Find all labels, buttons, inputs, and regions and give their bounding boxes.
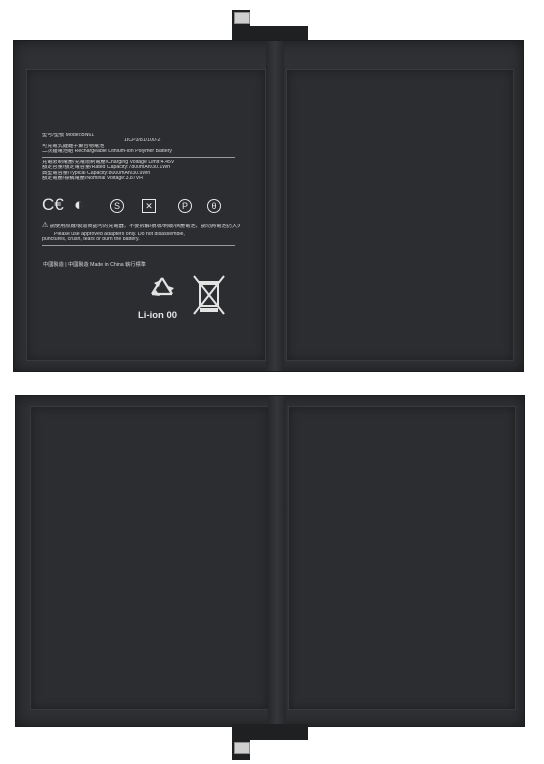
s-mark-icon: S xyxy=(110,199,124,213)
c-mark-icon: ◐ xyxy=(74,195,85,214)
type-line: 二次鋰電池組 Rechargeable Lithium-ion Polymer … xyxy=(42,149,173,155)
pse-icon: P xyxy=(178,199,192,213)
cell-right xyxy=(286,69,514,361)
x-box-icon: ✕ xyxy=(142,199,156,213)
li-ion-text: Li-ion 00 xyxy=(138,310,178,321)
warning-icon: ⚠ xyxy=(42,222,49,229)
made-in-line: 中國製造 | 中國製造 Made in China 執行標準 xyxy=(43,262,146,268)
certification-icons: C€ ◐ S ✕ P θ xyxy=(42,193,242,217)
recycle-icon xyxy=(151,277,174,296)
cell-right-back xyxy=(288,406,516,710)
battery-back xyxy=(15,395,525,727)
theta-icon: θ xyxy=(207,199,221,213)
warning-divider xyxy=(42,244,235,246)
label-divider xyxy=(42,156,235,158)
crossed-bin-icon xyxy=(193,275,225,315)
ce-mark-icon: C€ xyxy=(42,195,64,214)
nominal-voltage-line: 額定電壓/標稱電壓/Nominal Voltage:3.87VH xyxy=(42,176,143,182)
cell-left-back xyxy=(30,406,269,710)
warning-en-2: punctures, crush, tears or burn the batt… xyxy=(42,237,140,243)
cell-fold xyxy=(266,41,284,371)
battery-label: 型号/型號 Model:BN61 1ICP3/81/100-2 可充電式鋰離子聚… xyxy=(42,133,242,182)
warning-block: ⚠ 請使用原廠/製造商認可的充電器，不要拆解/損壞/刺破/擠壓電池，請勿將電池扔… xyxy=(42,222,242,248)
cell-fold-back xyxy=(268,396,286,726)
bottom-connector xyxy=(234,742,250,754)
top-connector xyxy=(234,12,250,24)
warning-cn: 請使用原廠/製造商認可的充電器，不要拆解/損壞/刺破/擠壓電池，請勿將電池扔入火… xyxy=(49,223,240,229)
